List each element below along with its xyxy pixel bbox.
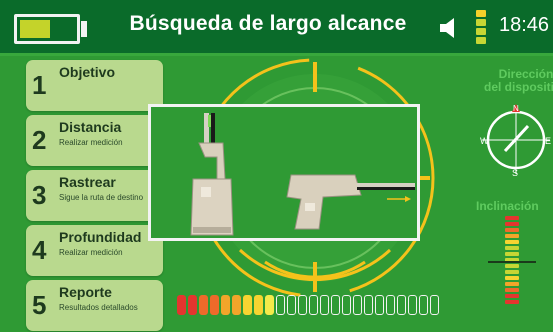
device-horizontal-icon <box>286 174 415 230</box>
signal-meter-segment <box>419 295 428 315</box>
inclination-segment <box>505 222 519 226</box>
signal-meter-segment <box>309 295 318 315</box>
inclination-segment <box>505 246 519 250</box>
clock: 18:46 <box>499 14 550 36</box>
menu-number: 4 <box>32 235 47 265</box>
signal-meter-segment <box>342 295 351 315</box>
signal-meter-segment <box>188 295 197 315</box>
signal-meter-segment <box>221 295 230 315</box>
signal-meter-segment <box>254 295 263 315</box>
signal-meter-segment <box>353 295 362 315</box>
signal-meter-segment <box>331 295 340 315</box>
menu-label: Distancia <box>59 119 122 135</box>
menu-sublabel: Sigue la ruta de destino <box>59 193 144 202</box>
inclination-segment <box>505 264 519 268</box>
menu-item-distancia[interactable]: 2 Distancia Realizar medición <box>26 115 163 166</box>
inclination-meter <box>486 210 536 316</box>
inclination-crosshair-h <box>488 261 536 263</box>
signal-meter-segment <box>375 295 384 315</box>
menu-item-profundidad[interactable]: 4 Profundidad Realizar medición <box>26 225 163 276</box>
inclination-label: Inclinación <box>476 199 539 213</box>
battery-terminal <box>81 21 87 37</box>
menu-sublabel: Resultados detallados <box>59 303 138 312</box>
compass-n: N <box>513 104 519 113</box>
menu-label: Objetivo <box>59 64 116 80</box>
compass-s: S <box>512 168 518 178</box>
inclination-segment <box>505 294 519 298</box>
page-title: Búsqueda de largo alcance <box>129 12 407 35</box>
device-vertical-icon <box>190 113 234 236</box>
menu-number: 1 <box>32 70 47 100</box>
inclination-segment <box>505 228 519 232</box>
menu-item-rastrear[interactable]: 3 Rastrear Sigue la ruta de destino <box>26 170 163 221</box>
inclination-segment <box>505 270 519 274</box>
signal-meter-segment <box>276 295 285 315</box>
menu-number: 5 <box>32 290 47 320</box>
menu-label: Profundidad <box>59 229 142 245</box>
inclination-segment <box>505 300 519 304</box>
signal-meter-segment <box>210 295 219 315</box>
compass-icon: N S W E <box>480 104 551 178</box>
signal-strength-icon <box>476 10 486 44</box>
signal-meter-segment <box>265 295 274 315</box>
menu-sublabel: Realizar medición <box>59 138 123 147</box>
signal-meter-segment <box>232 295 241 315</box>
signal-meter-segment <box>243 295 252 315</box>
battery-level <box>20 20 50 38</box>
compass-e: E <box>545 136 551 146</box>
menu-item-reporte[interactable]: 5 Reporte Resultados detallados <box>26 280 163 331</box>
menu-label: Rastrear <box>59 174 116 190</box>
battery-icon <box>14 14 80 44</box>
compass-w: W <box>480 136 489 146</box>
signal-meter-segment <box>298 295 307 315</box>
inclination-segment <box>505 288 519 292</box>
menu-number: 2 <box>32 125 47 155</box>
direction-label: Dirección del dispositivo <box>476 68 553 93</box>
device-orientation-popup[interactable] <box>148 104 420 241</box>
signal-meter-segment <box>320 295 329 315</box>
signal-meter-segment <box>397 295 406 315</box>
inclination-segment <box>505 234 519 238</box>
signal-meter-segment <box>287 295 296 315</box>
speaker-icon[interactable] <box>440 17 458 39</box>
menu-label: Reporte <box>59 284 112 300</box>
inclination-segment <box>505 276 519 280</box>
direction-label-line-2: del dispositivo <box>483 79 553 94</box>
menu-item-objetivo[interactable]: 1 Objetivo <box>26 60 163 111</box>
inclination-segment <box>505 252 519 256</box>
signal-meter-segment <box>177 295 186 315</box>
app-screen: Búsqueda de largo alcance 18:46 1 Objeti… <box>0 0 553 332</box>
signal-meter <box>177 295 447 315</box>
inclination-segment <box>505 240 519 244</box>
inclination-segment <box>505 216 519 220</box>
top-bar: Búsqueda de largo alcance 18:46 <box>0 0 553 56</box>
menu-number: 3 <box>32 180 47 210</box>
signal-meter-segment <box>408 295 417 315</box>
signal-meter-segment <box>364 295 373 315</box>
inclination-segment <box>505 282 519 286</box>
direction-label-line-1: Dirección <box>498 67 553 81</box>
signal-meter-segment <box>199 295 208 315</box>
signal-meter-segment <box>386 295 395 315</box>
menu-sublabel: Realizar medición <box>59 248 123 257</box>
signal-meter-segment <box>430 295 439 315</box>
